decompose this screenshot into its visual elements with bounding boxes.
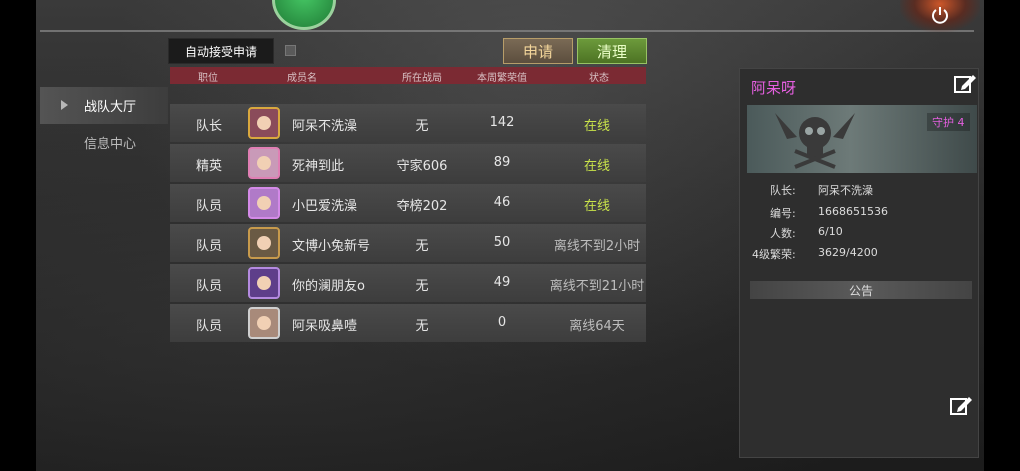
member-match: 守家606 — [396, 159, 448, 174]
member-name: 阿呆不洗澡 — [292, 119, 358, 134]
header-member-name: 成员名 — [287, 73, 317, 84]
auto-accept-checkbox[interactable] — [285, 45, 296, 56]
header-prosperity: 本周繁荣值 — [477, 73, 527, 84]
header-match: 所在战局 — [402, 73, 442, 84]
edit-icon — [950, 397, 972, 415]
left-nav: 战队大厅 信息中心 — [40, 87, 168, 161]
header-role: 职位 — [198, 73, 218, 84]
member-name: 阿呆吸鼻噎 — [292, 319, 358, 334]
member-status: 在线 — [583, 159, 611, 174]
member-status: 在线 — [583, 119, 611, 134]
screen-edge-left — [0, 0, 36, 471]
edit-icon — [954, 75, 976, 93]
captain-value: 阿呆不洗澡 — [818, 184, 873, 197]
member-name: 你的澜朋友o — [292, 279, 365, 294]
prosperity-value: 3629/4200 — [818, 246, 878, 259]
avatar-face-icon — [257, 276, 271, 290]
nav-arrow-icon — [61, 100, 68, 110]
member-name: 小巴爱洗澡 — [292, 199, 358, 214]
nav-item-team-hall[interactable]: 战队大厅 — [40, 87, 168, 124]
prosperity-label: 4级繁荣: — [752, 248, 796, 261]
nav-item-info-center[interactable]: 信息中心 — [40, 124, 168, 161]
member-count-label: 人数: — [770, 227, 796, 240]
member-status: 在线 — [583, 199, 611, 214]
member-prosperity: 0 — [497, 315, 507, 330]
top-divider — [40, 30, 974, 32]
member-prosperity: 46 — [493, 195, 511, 210]
member-avatar[interactable] — [248, 267, 280, 299]
team-rank-badge: 守护 4 — [927, 113, 970, 131]
team-banner: 守护 4 — [747, 105, 977, 173]
team-info-panel: 阿呆呀 守护 4 队长: 阿呆不洗澡 编号: 1668651536 人数: 6/… — [739, 68, 979, 458]
avatar-face-icon — [257, 116, 271, 130]
member-list: 队长 阿呆不洗澡无 142 在线 精英 死神到此 守家606 89 在线 队员 小巴爱洗澡 夺榜202… — [170, 104, 646, 344]
member-match: 夺榜202 — [396, 199, 448, 214]
member-row[interactable]: 队员 小巴爱洗澡 夺榜202 46 在线 — [170, 184, 646, 222]
edit-notice-button[interactable] — [949, 395, 973, 421]
member-avatar[interactable] — [248, 107, 280, 139]
member-status: 离线不到21小时 — [549, 279, 645, 294]
member-name: 死神到此 — [292, 159, 345, 174]
notice-header: 公告 — [750, 281, 972, 299]
team-name: 阿呆呀 — [751, 79, 797, 97]
member-row[interactable]: 队员 文博小兔新号 无 50 离线不到2小时 — [170, 224, 646, 262]
screen-edge-right — [984, 0, 1020, 471]
power-button[interactable] — [900, 0, 980, 32]
member-role: 队长 — [195, 119, 223, 134]
header-status: 状态 — [589, 73, 609, 84]
member-avatar[interactable] — [248, 307, 280, 339]
member-match: 无 — [415, 279, 429, 294]
avatar-face-icon — [257, 236, 271, 250]
member-match: 无 — [415, 319, 429, 334]
apply-button[interactable]: 申请 — [503, 38, 573, 64]
clean-button[interactable]: 清理 — [577, 38, 647, 64]
member-role: 队员 — [195, 239, 223, 254]
member-table-header: 职位 成员名 所在战局 本周繁荣值 状态 — [170, 67, 646, 84]
edit-team-button[interactable] — [953, 73, 977, 99]
avatar-face-icon — [257, 156, 271, 170]
member-status: 离线不到2小时 — [553, 239, 641, 254]
member-prosperity: 49 — [493, 275, 511, 290]
member-row[interactable]: 队员 阿呆吸鼻噎 无 0 离线64天 — [170, 304, 646, 342]
member-prosperity: 50 — [493, 235, 511, 250]
skull-emblem-icon — [775, 113, 855, 169]
member-avatar[interactable] — [248, 227, 280, 259]
member-avatar[interactable] — [248, 187, 280, 219]
avatar-face-icon — [257, 316, 271, 330]
member-role: 精英 — [195, 159, 223, 174]
member-role: 队员 — [195, 279, 223, 294]
nav-item-label: 战队大厅 — [84, 100, 137, 115]
avatar-face-icon — [257, 196, 271, 210]
team-id-label: 编号: — [770, 207, 796, 220]
member-status: 离线64天 — [569, 319, 625, 334]
nav-item-label: 信息中心 — [84, 137, 137, 152]
member-prosperity: 89 — [493, 155, 511, 170]
member-row[interactable]: 队员 你的澜朋友o 无 49 离线不到21小时 — [170, 264, 646, 302]
member-match: 无 — [415, 119, 429, 134]
member-role: 队员 — [195, 199, 223, 214]
member-match: 无 — [415, 239, 429, 254]
member-avatar[interactable] — [248, 147, 280, 179]
power-icon — [932, 7, 948, 24]
captain-label: 队长: — [770, 184, 796, 197]
member-row[interactable]: 队长 阿呆不洗澡 无 142 在线 — [170, 104, 646, 142]
member-row[interactable]: 精英 死神到此 守家606 89 在线 — [170, 144, 646, 182]
member-prosperity: 142 — [489, 115, 515, 130]
team-id-value: 1668651536 — [818, 205, 888, 218]
member-count-value: 6/10 — [818, 225, 843, 238]
auto-accept-label: 自动接受申请 — [168, 38, 274, 64]
member-role: 队员 — [195, 319, 223, 334]
member-name: 文博小兔新号 — [292, 239, 371, 254]
